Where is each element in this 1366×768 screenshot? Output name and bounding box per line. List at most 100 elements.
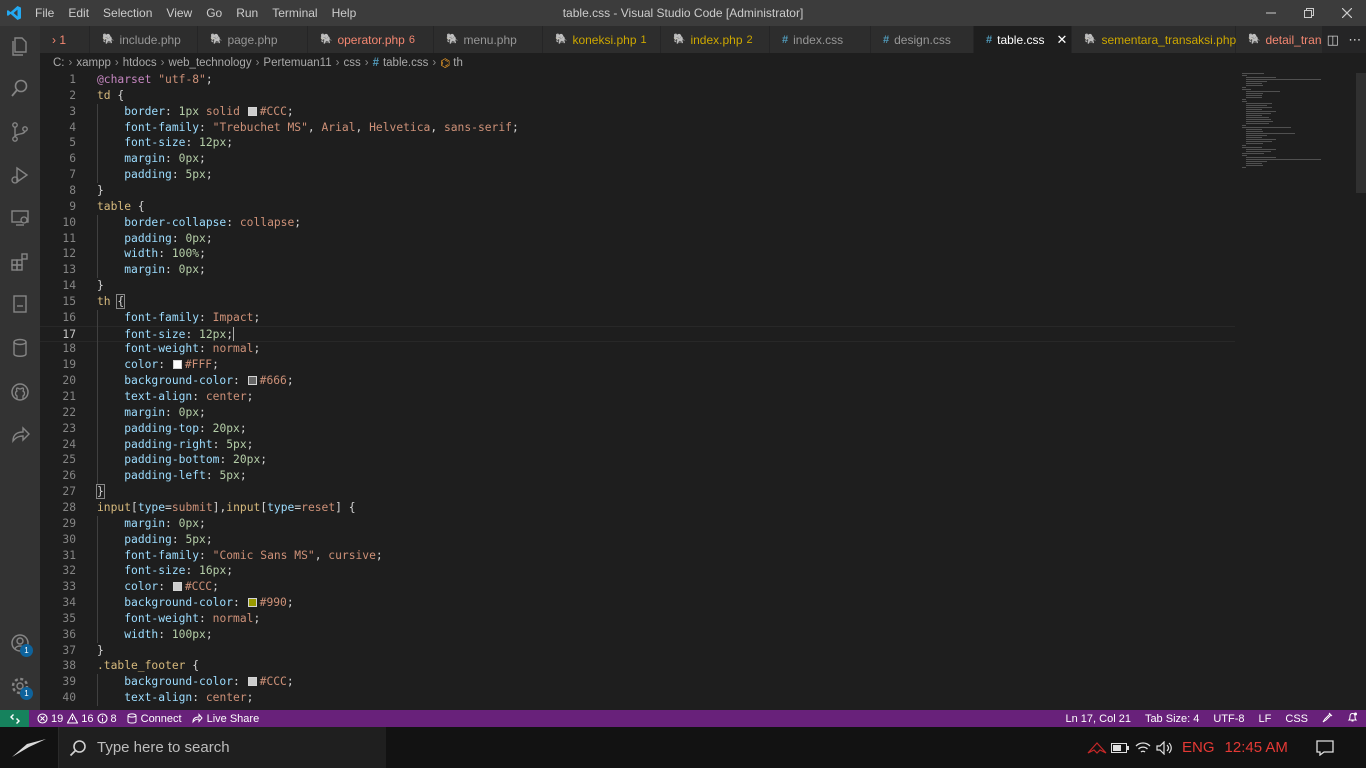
feedback-icon[interactable] [1322,712,1333,726]
tab-menu-php[interactable]: 🐘 menu.php [434,26,543,53]
encoding[interactable]: UTF-8 [1213,713,1244,725]
remote-explorer-icon[interactable] [0,198,40,238]
code-line[interactable]: 8} [40,183,1235,199]
code-line[interactable]: 15 th { [40,293,1235,310]
restore-button[interactable] [1290,0,1328,26]
start-button[interactable] [0,727,58,768]
menu-edit[interactable]: Edit [61,0,96,26]
menu-view[interactable]: View [159,0,199,26]
remote-indicator[interactable] [0,710,29,727]
code-line[interactable]: 27} [40,484,1235,500]
color-swatch[interactable] [172,360,182,370]
code-line[interactable]: 21 text-align: center; [40,389,1235,405]
code-line[interactable]: 34 background-color: #990; [40,595,1235,611]
code-line[interactable]: 24 padding-right: 5px; [40,437,1235,453]
code-line[interactable]: 1 @charset "utf-8"; [40,73,1235,88]
language-mode[interactable]: CSS [1285,713,1308,725]
breadcrumb-item[interactable]: C: [53,57,65,69]
notifications-bell-icon[interactable] [1347,712,1358,726]
menu-selection[interactable]: Selection [96,0,159,26]
code-line[interactable]: 29 margin: 0px; [40,516,1235,532]
volume-icon[interactable] [1154,740,1176,755]
code-line[interactable]: 36 width: 100px; [40,627,1235,643]
close-tab-icon[interactable]: ✕ [1056,32,1067,48]
code-line[interactable]: 16 font-family: Impact; [40,310,1235,326]
code-line[interactable]: 13 margin: 0px; [40,262,1235,278]
code-line[interactable]: 6 margin: 0px; [40,151,1235,167]
code-line[interactable]: 3 border: 1px solid #CCC; [40,104,1235,120]
clock[interactable]: 12:45 AM [1225,739,1288,756]
connect-button[interactable]: Connect [127,713,182,725]
breadcrumb-item[interactable]: Pertemuan11 [263,57,331,69]
code-line[interactable]: 22 margin: 0px; [40,405,1235,421]
tab-size[interactable]: Tab Size: 4 [1145,713,1199,725]
tab-table-css[interactable]: # table.css ✕ [974,26,1072,53]
input-language[interactable]: ENG [1182,739,1215,756]
live-share-icon[interactable] [0,415,40,455]
breadcrumb-item[interactable]: htdocs [123,57,157,69]
tab-index-css[interactable]: # index.css [770,26,871,53]
minimap[interactable] [1240,73,1356,710]
tab-operator-php[interactable]: 🐘 operator.php 6 [308,26,434,53]
breadcrumb-item[interactable]: css [343,57,360,69]
github-icon[interactable] [0,372,40,412]
color-swatch[interactable] [247,598,257,608]
code-line[interactable]: 10 border-collapse: collapse; [40,215,1235,231]
taskbar-search[interactable]: Type here to search [58,727,386,768]
notification-center-icon[interactable] [1312,739,1338,756]
code-line[interactable]: 12 width: 100%; [40,246,1235,262]
editor-scrollbar[interactable] [1356,73,1366,710]
code-line[interactable]: 39 background-color: #CCC; [40,674,1235,690]
code-line[interactable]: 26 padding-left: 5px; [40,468,1235,484]
code-line[interactable]: 23 padding-top: 20px; [40,421,1235,437]
color-swatch[interactable] [172,582,182,592]
code-line[interactable]: 40 text-align: center; [40,690,1235,706]
menu-file[interactable]: File [28,0,61,26]
color-swatch[interactable] [247,677,257,687]
breadcrumb-item[interactable]: web_technology [168,57,251,69]
database-icon[interactable] [0,328,40,368]
end-of-line[interactable]: LF [1259,713,1272,725]
code-line[interactable]: 19 color: #FFF; [40,357,1235,373]
scrollbar-thumb[interactable] [1356,73,1366,193]
menu-go[interactable]: Go [199,0,229,26]
wifi-icon[interactable] [1132,741,1154,755]
code-line[interactable]: 33 color: #CCC; [40,579,1235,595]
code-line[interactable]: 38 .table_footer { [40,658,1235,674]
code-line[interactable]: 11 padding: 0px; [40,231,1235,247]
manage-gear-icon[interactable]: 1 [0,666,40,706]
code-line[interactable]: 18 font-weight: normal; [40,341,1235,357]
notebook-icon[interactable] [0,284,40,324]
rog-tray-icon[interactable] [1086,741,1108,755]
extensions-icon[interactable] [0,242,40,282]
code-line[interactable]: 32 font-size: 16px; [40,563,1235,579]
code-line[interactable]: 25 padding-bottom: 20px; [40,452,1235,468]
menu-run[interactable]: Run [229,0,265,26]
accounts-icon[interactable]: 1 [0,623,40,663]
code-line[interactable]: 9 table { [40,199,1235,215]
problems-indicator[interactable]: 19 16 8 [37,713,117,725]
more-actions-icon[interactable]: ⋯ [1348,32,1361,48]
tab-design-css[interactable]: # design.css [871,26,974,53]
breadcrumb-symbol[interactable]: th [453,57,463,69]
breadcrumb-item[interactable]: xampp [76,57,111,69]
battery-icon[interactable] [1108,742,1132,753]
code-editor[interactable]: 1 @charset "utf-8"; 2 td {3 border: 1px sol… [40,73,1356,710]
tab-koneksi-php[interactable]: 🐘 koneksi.php 1 [543,26,661,53]
close-window-button[interactable] [1328,0,1366,26]
search-icon[interactable] [0,68,40,108]
tab-page-php[interactable]: 🐘 page.php [198,26,308,53]
code-line[interactable]: 20 background-color: #666; [40,373,1235,389]
minimize-button[interactable] [1252,0,1290,26]
code-line[interactable]: 14} [40,278,1235,294]
run-debug-icon[interactable] [0,155,40,195]
source-control-icon[interactable] [0,112,40,152]
tab-index-php[interactable]: 🐘 index.php 2 [661,26,770,53]
explorer-icon[interactable] [0,26,40,66]
code-line[interactable]: 31 font-family: "Comic Sans MS", cursive… [40,548,1235,564]
code-line[interactable]: 28 input[type=submit],input[type=reset] { [40,500,1235,516]
tab-sementara-transaksi-php[interactable]: 🐘sementara_transaksi.php8 [1072,26,1246,53]
code-line[interactable]: 5 font-size: 12px; [40,135,1235,151]
cursor-position[interactable]: Ln 17, Col 21 [1066,713,1131,725]
vscode-logo-icon[interactable] [0,0,28,26]
